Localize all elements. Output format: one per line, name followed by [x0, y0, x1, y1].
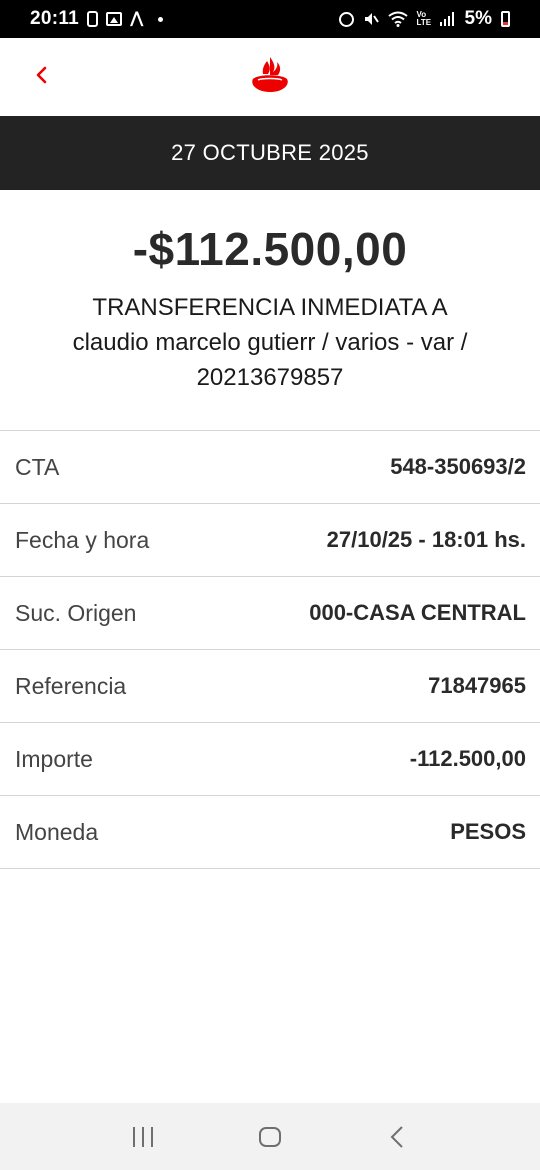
battery-percent: 5%: [464, 8, 492, 29]
chevron-left-icon: [36, 66, 47, 84]
notification-icon: [87, 11, 99, 27]
detail-row-suc-origen: Suc. Origen 000-CASA CENTRAL: [0, 577, 540, 650]
description-line: claudio marcelo gutierr / varios - var /: [72, 329, 468, 356]
transaction-date: 27 OCTUBRE 2025: [171, 140, 369, 165]
recents-button[interactable]: [123, 1117, 163, 1157]
details-list: CTA 548-350693/2 Fecha y hora 27/10/25 -…: [0, 430, 540, 869]
status-bar: 20:11 ⋀ Vo LTE 5%: [0, 0, 540, 38]
date-band: 27 OCTUBRE 2025: [0, 116, 540, 190]
description-line: TRANSFERENCIA INMEDIATA A: [92, 294, 448, 321]
detail-label: Moneda: [15, 818, 99, 845]
detail-value: -112.500,00: [409, 746, 526, 771]
detail-value: 71847965: [428, 673, 526, 698]
detail-label: Referencia: [15, 672, 127, 699]
transaction-description: TRANSFERENCIA INMEDIATA A claudio marcel…: [30, 290, 510, 395]
app-header: [0, 38, 540, 116]
detail-label: CTA: [15, 453, 60, 480]
santander-flame-logo: [252, 57, 288, 92]
detail-value: PESOS: [450, 819, 526, 844]
description-line: 20213679857: [196, 364, 344, 391]
detail-row-moneda: Moneda PESOS: [0, 796, 540, 869]
wifi-icon: [387, 11, 408, 27]
home-icon: [258, 1126, 281, 1147]
mute-icon: [364, 13, 379, 25]
detail-label: Fecha y hora: [15, 526, 150, 553]
status-time: 20:11: [30, 8, 80, 29]
detail-value: 27/10/25 - 18:01 hs.: [326, 527, 526, 552]
signal-icon: [439, 12, 456, 26]
system-nav-bar: [0, 1103, 540, 1170]
system-back-button[interactable]: [377, 1117, 417, 1157]
home-button[interactable]: [250, 1117, 290, 1157]
detail-value: 548-350693/2: [390, 454, 526, 479]
detail-value: 000-CASA CENTRAL: [309, 600, 526, 625]
status-left: 20:11 ⋀: [30, 8, 164, 30]
detail-row-referencia: Referencia 71847965: [0, 650, 540, 723]
more-notifications-dot-icon: [158, 16, 164, 22]
back-button[interactable]: [26, 60, 56, 90]
detail-row-importe: Importe -112.500,00: [0, 723, 540, 796]
a-app-icon: ⋀: [130, 10, 144, 27]
status-right: Vo LTE 5%: [338, 8, 510, 30]
detail-label: Suc. Origen: [15, 599, 137, 626]
volte-icon: Vo LTE: [416, 10, 432, 27]
recents-icon: [133, 1126, 154, 1147]
alarm-icon: [338, 11, 354, 27]
detail-label: Importe: [15, 745, 93, 772]
detail-row-cta: CTA 548-350693/2: [0, 431, 540, 504]
detail-row-fecha-hora: Fecha y hora 27/10/25 - 18:01 hs.: [0, 504, 540, 577]
back-icon: [390, 1125, 403, 1148]
battery-icon: [501, 11, 510, 27]
transaction-amount: -$112.500,00: [132, 223, 408, 275]
image-icon: [106, 12, 123, 26]
